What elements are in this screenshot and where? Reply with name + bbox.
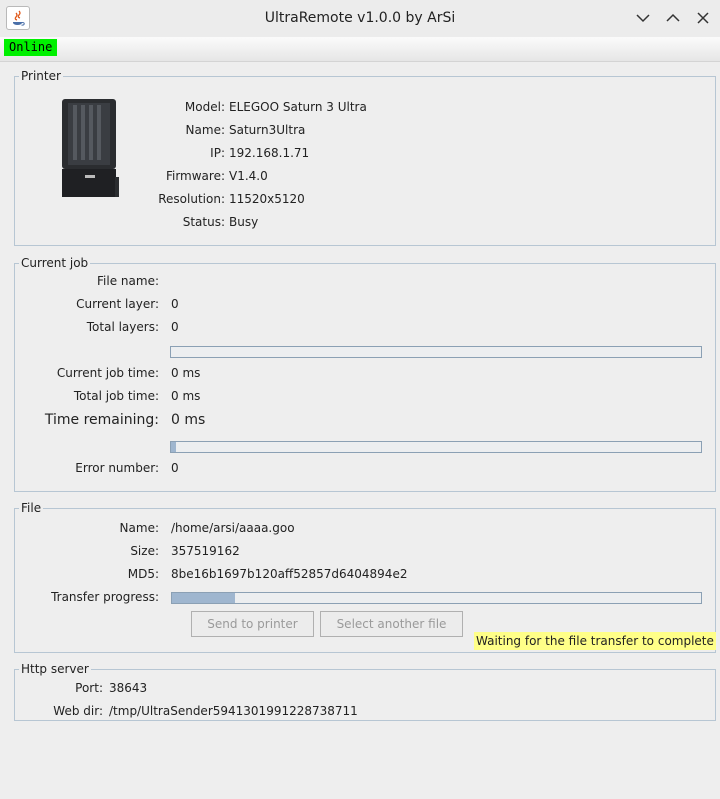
firmware-value: V1.4.0 [229, 169, 268, 183]
select-another-file-button[interactable]: Select another file [320, 611, 463, 637]
time-remaining-label: Time remaining: [44, 412, 159, 428]
close-icon [697, 12, 709, 24]
web-dir-value: /tmp/UltraSender5941301991228738711 [109, 704, 358, 718]
file-size-value: 357519162 [171, 544, 240, 558]
error-number-value: 0 [171, 461, 179, 475]
resolution-value: 11520x5120 [229, 192, 305, 206]
chevron-down-icon [636, 14, 650, 23]
error-number-label: Error number: [75, 461, 159, 475]
status-strip: Online [0, 37, 720, 62]
window-titlebar: UltraRemote v1.0.0 by ArSi [0, 0, 720, 37]
current-job-time-value: 0 ms [171, 366, 201, 380]
name-value: Saturn3Ultra [229, 123, 306, 137]
transfer-progress-bar [171, 592, 702, 604]
current-layer-value: 0 [171, 297, 179, 311]
ip-value: 192.168.1.71 [229, 146, 310, 160]
status-label: Status: [182, 215, 225, 229]
md5-value: 8be16b1697b120aff52857d6404894e2 [171, 567, 408, 581]
send-to-printer-button[interactable]: Send to printer [191, 611, 314, 637]
name-label: Name: [185, 123, 225, 137]
file-name-label: File name: [97, 274, 159, 288]
ip-label: IP: [210, 146, 225, 160]
firmware-label: Firmware: [165, 169, 225, 183]
transfer-progress-label: Transfer progress: [51, 590, 159, 604]
layer-progress-bar [170, 346, 702, 358]
minimize-button[interactable] [634, 9, 652, 27]
total-layers-label: Total layers: [86, 320, 159, 334]
model-value: ELEGOO Saturn 3 Ultra [229, 100, 367, 114]
file-path-value: /home/arsi/aaaa.goo [171, 521, 295, 535]
http-server-panel-title: Http server [19, 662, 91, 676]
transfer-progress-fill [172, 593, 236, 603]
port-value: 38643 [109, 681, 148, 695]
web-dir-label: Web dir: [53, 704, 103, 718]
model-label: Model: [184, 100, 225, 114]
time-progress-fill [171, 442, 177, 452]
port-label: Port: [75, 681, 103, 695]
printer-panel-title: Printer [19, 69, 63, 83]
window-title: UltraRemote v1.0.0 by ArSi [264, 10, 456, 26]
resolution-label: Resolution: [158, 192, 225, 206]
chevron-up-icon [666, 13, 680, 22]
printer-panel: Printer Model: ELEGOO Saturn 3 Ultra Nam… [14, 69, 716, 246]
close-button[interactable] [694, 9, 712, 27]
status-value: Busy [229, 215, 259, 229]
current-layer-label: Current layer: [76, 297, 159, 311]
current-job-panel-title: Current job [19, 256, 91, 270]
file-size-label: Size: [130, 544, 159, 558]
file-panel-title: File [19, 501, 44, 515]
waiting-status-message: Waiting for the file transfer to complet… [474, 632, 716, 650]
total-layers-value: 0 [171, 320, 179, 334]
current-job-panel: Current job File name: Current layer: 0 … [14, 256, 716, 492]
file-path-label: Name: [119, 521, 159, 535]
current-job-time-label: Current job time: [56, 366, 159, 380]
md5-label: MD5: [127, 567, 159, 581]
total-job-time-value: 0 ms [171, 389, 201, 403]
printer-photo [59, 97, 125, 201]
total-job-time-label: Total job time: [73, 389, 159, 403]
time-progress-bar [170, 441, 702, 453]
http-server-panel: Http server Port: 38643 Web dir: /tmp/Ul… [14, 662, 716, 721]
time-remaining-value: 0 ms [171, 412, 206, 428]
online-status-badge: Online [4, 39, 58, 56]
maximize-button[interactable] [664, 9, 682, 27]
